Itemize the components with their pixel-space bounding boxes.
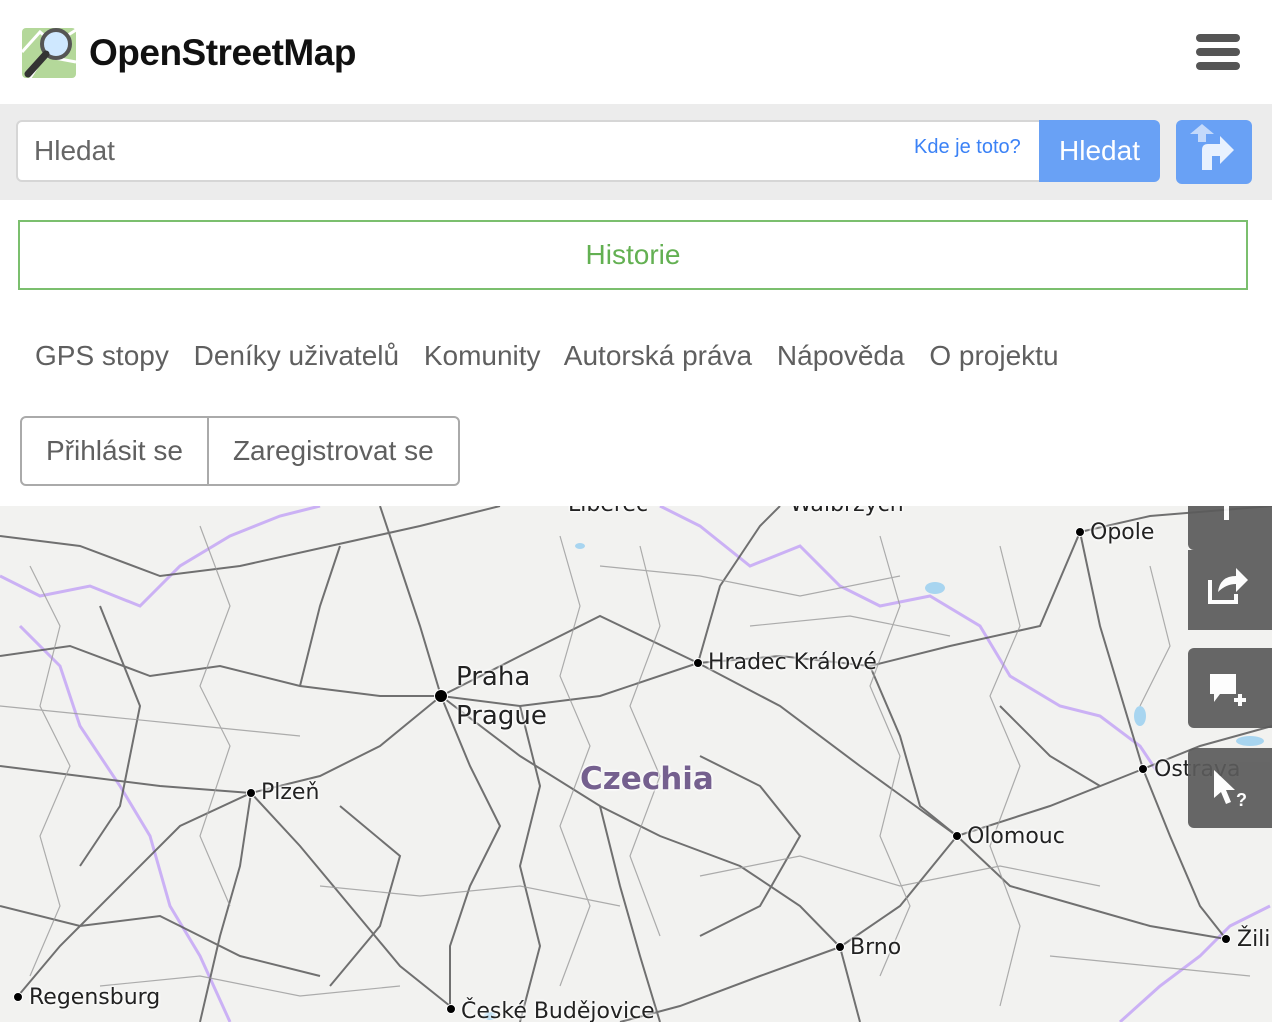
city-label-prague: Prague xyxy=(456,701,547,731)
header: OpenStreetMap xyxy=(0,0,1272,104)
secondary-nav: GPS stopy Deníky uživatelů Komunity Auto… xyxy=(35,340,1076,372)
nav-user-diaries[interactable]: Deníky uživatelů xyxy=(194,340,399,371)
add-note-icon xyxy=(1210,674,1246,706)
auth-button-group: Přihlásit se Zaregistrovat se xyxy=(20,416,460,486)
city-label-regensburg: Regensburg xyxy=(29,985,161,1010)
nav-about[interactable]: O projektu xyxy=(929,340,1058,371)
search-button[interactable]: Hledat xyxy=(1039,120,1160,182)
city-label-budejovice: České Budějovice xyxy=(461,999,655,1022)
map-canvas[interactable]: Praha Prague Hradec Králové Plzeň Czechi… xyxy=(0,506,1272,1022)
city-dot-opole xyxy=(1075,527,1085,537)
city-dot-zilina xyxy=(1221,934,1231,944)
svg-text:?: ? xyxy=(1236,790,1247,810)
layers-control[interactable] xyxy=(1188,506,1272,550)
directions-button[interactable] xyxy=(1176,120,1252,184)
directions-icon xyxy=(1190,124,1234,170)
where-is-this-link[interactable]: Kde je toto? xyxy=(914,136,1021,159)
search-input[interactable]: Hledat xyxy=(16,120,1042,182)
query-features-button[interactable]: ? xyxy=(1188,748,1272,828)
nav-communities[interactable]: Komunity xyxy=(424,340,541,371)
login-button[interactable]: Přihlásit se xyxy=(22,418,209,484)
city-dot-brno xyxy=(835,942,845,952)
city-label-walbrzych: Wałbrzych xyxy=(790,506,904,517)
share-icon xyxy=(1208,568,1248,604)
city-label-olomouc: Olomouc xyxy=(967,824,1065,849)
nav-help[interactable]: Nápověda xyxy=(777,340,905,371)
city-dot-ostrava xyxy=(1138,764,1148,774)
city-label-brno: Brno xyxy=(850,935,902,960)
city-dot-regensburg xyxy=(13,992,23,1002)
nav-gps-traces[interactable]: GPS stopy xyxy=(35,340,169,371)
brand-title[interactable]: OpenStreetMap xyxy=(89,32,356,74)
nav-copyright[interactable]: Autorská práva xyxy=(564,340,752,371)
city-label-opole: Opole xyxy=(1090,520,1155,545)
city-label-zilina: Žili xyxy=(1237,927,1271,952)
hamburger-icon[interactable] xyxy=(1196,34,1240,76)
layers-icon xyxy=(1224,506,1229,520)
register-button[interactable]: Zaregistrovat se xyxy=(209,418,458,484)
query-features-icon: ? xyxy=(1214,770,1247,810)
country-label: Czechia xyxy=(580,761,714,797)
history-button[interactable]: Historie xyxy=(18,220,1248,290)
osm-logo-icon[interactable] xyxy=(20,22,80,82)
city-dot-plzen xyxy=(246,788,256,798)
add-note-button[interactable] xyxy=(1188,648,1272,728)
city-dot-olomouc xyxy=(952,831,962,841)
share-button[interactable] xyxy=(1188,550,1272,630)
city-dot-praha xyxy=(434,689,448,703)
city-label-liberec: Liberec xyxy=(568,506,648,517)
city-dot-budejovice xyxy=(446,1004,456,1014)
city-dot-hradec xyxy=(693,658,703,668)
city-label-praha: Praha xyxy=(456,662,531,692)
city-label-plzen: Plzeň xyxy=(261,780,320,805)
city-label-hradec: Hradec Králové xyxy=(708,650,877,675)
search-bar: Hledat Kde je toto? Hledat xyxy=(0,104,1272,200)
